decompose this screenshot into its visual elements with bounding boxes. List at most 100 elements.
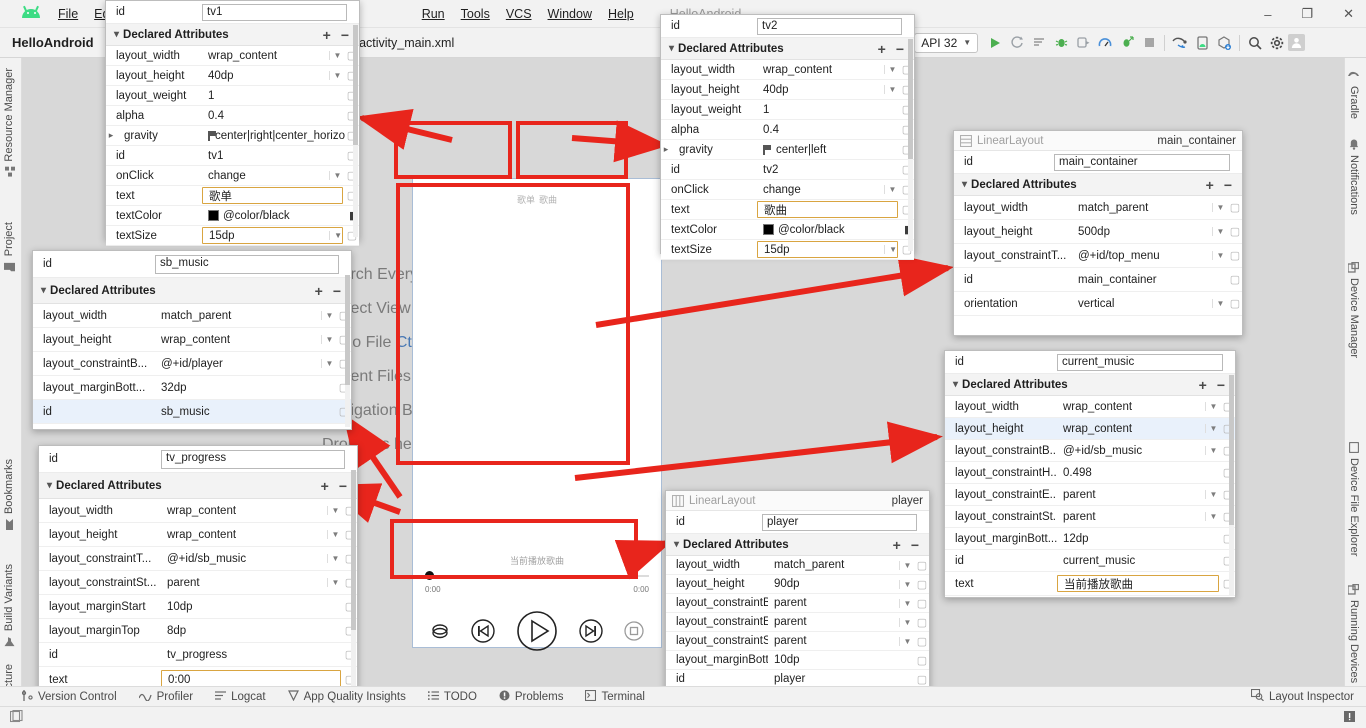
sdk-manager-icon[interactable] bbox=[1213, 32, 1235, 54]
chevron-down-icon[interactable]: ▼ bbox=[1212, 227, 1228, 236]
add-attribute-button[interactable]: + bbox=[321, 479, 329, 493]
menu-item-file[interactable]: File bbox=[50, 5, 86, 23]
id-input-player[interactable]: player bbox=[762, 513, 917, 531]
id-input-sb-music[interactable]: sb_music bbox=[155, 254, 339, 274]
table-row[interactable]: layout_constraintB... @+id/player ▼ ▢ bbox=[33, 352, 351, 376]
memory-indicator-icon[interactable] bbox=[9, 709, 23, 726]
avd-manager-icon[interactable] bbox=[1191, 32, 1213, 54]
attr-value[interactable]: parent bbox=[1057, 511, 1205, 523]
attr-value[interactable]: 10dp bbox=[161, 601, 343, 613]
chevron-down-icon[interactable]: ▼ bbox=[899, 579, 915, 589]
table-row[interactable]: layout_height 90dp ▼ ▢ bbox=[666, 575, 929, 594]
remove-attribute-button[interactable]: − bbox=[911, 538, 919, 552]
preview-tv1[interactable]: 歌单 bbox=[417, 193, 537, 206]
pin-icon[interactable]: ▢ bbox=[915, 597, 929, 610]
notification-alert-icon[interactable] bbox=[1343, 710, 1356, 726]
table-row[interactable]: text 歌单 ▢ bbox=[106, 186, 359, 206]
remove-attribute-button[interactable]: − bbox=[896, 42, 904, 56]
table-row[interactable]: layout_height 40dp ▼ ▢ bbox=[661, 80, 914, 100]
attr-value[interactable]: tv2 bbox=[757, 164, 900, 176]
chevron-down-icon[interactable]: ▼ bbox=[899, 636, 915, 646]
declared-attributes-header-main-container[interactable]: ▾ Declared Attributes + − bbox=[954, 174, 1242, 196]
attr-value[interactable]: center|right|center_horizo bbox=[202, 130, 345, 142]
run-icon[interactable] bbox=[984, 32, 1006, 54]
pin-icon[interactable]: ▢ bbox=[915, 578, 929, 591]
pin-icon[interactable]: ▢ bbox=[1228, 297, 1242, 310]
attr-value[interactable]: @color/black bbox=[757, 224, 900, 236]
menu-item-vcs[interactable]: VCS bbox=[498, 5, 540, 23]
table-row[interactable]: layout_height 40dp ▼ ▢ bbox=[106, 66, 359, 86]
table-row[interactable]: id main_container ▢ bbox=[954, 268, 1242, 292]
attr-value[interactable]: match_parent bbox=[1072, 202, 1212, 214]
bottom-tab-todo[interactable]: TODO bbox=[427, 690, 477, 704]
table-row[interactable]: id tv1 ▢ bbox=[106, 146, 359, 166]
sidebar-item-running-devices[interactable]: Running Devices bbox=[1347, 578, 1360, 689]
attributes-panel-main-container[interactable]: LinearLayout main_container id main_cont… bbox=[953, 130, 1243, 336]
attr-value[interactable]: change bbox=[757, 184, 884, 196]
add-attribute-button[interactable]: + bbox=[315, 284, 323, 298]
attr-value[interactable]: wrap_content bbox=[1057, 401, 1205, 413]
rerun-icon[interactable] bbox=[1006, 32, 1028, 54]
table-row[interactable]: textSize 15dp ▼ ▢ bbox=[106, 226, 359, 246]
attr-value[interactable]: 0.498 bbox=[1057, 467, 1221, 479]
stop-icon[interactable] bbox=[623, 620, 645, 642]
sidebar-item-device-file-explorer[interactable]: Device File Explorer bbox=[1348, 436, 1360, 562]
bottom-tab-layout-inspector[interactable]: Layout Inspector bbox=[1250, 688, 1354, 704]
pin-icon[interactable]: ▢ bbox=[915, 616, 929, 629]
panel-scrollbar-tv-progress[interactable] bbox=[351, 470, 356, 697]
preview-seekbar[interactable] bbox=[425, 571, 649, 581]
attr-value[interactable]: wrap_content bbox=[161, 529, 327, 541]
declared-attributes-header-sb-music[interactable]: ▾ Declared Attributes + − bbox=[33, 278, 351, 304]
sidebar-item-notifications[interactable]: Notifications bbox=[1348, 133, 1360, 221]
bottom-tab-logcat[interactable]: Logcat bbox=[215, 690, 266, 704]
panel-scrollbar-current-music[interactable] bbox=[1229, 375, 1234, 595]
add-attribute-button[interactable]: + bbox=[1206, 178, 1214, 192]
table-row[interactable]: layout_width match_parent ▼ ▢ bbox=[33, 304, 351, 328]
chevron-down-icon[interactable]: ▼ bbox=[327, 554, 343, 563]
chevron-down-icon[interactable]: ▼ bbox=[321, 311, 337, 320]
settings-icon[interactable] bbox=[1266, 32, 1288, 54]
sidebar-item-device-manager[interactable]: Device Manager bbox=[1347, 256, 1360, 364]
attr-value[interactable]: parent bbox=[768, 616, 899, 628]
attr-value[interactable]: player bbox=[768, 673, 915, 685]
table-row[interactable]: ▸ gravity center|left ▢ bbox=[661, 140, 914, 160]
attributes-panel-tv1[interactable]: id tv1 ▾ Declared Attributes + − layout_… bbox=[105, 0, 360, 246]
maximize-button[interactable]: ❐ bbox=[1295, 6, 1319, 22]
add-attribute-button[interactable]: + bbox=[893, 538, 901, 552]
remove-attribute-button[interactable]: − bbox=[1217, 378, 1225, 392]
sync-gradle-icon[interactable] bbox=[1169, 32, 1191, 54]
loop-icon[interactable] bbox=[429, 620, 451, 642]
id-input-main-container[interactable]: main_container bbox=[1054, 153, 1230, 171]
menu-item-help[interactable]: Help bbox=[600, 5, 642, 23]
attr-value[interactable]: current_music bbox=[1057, 555, 1221, 567]
attr-value[interactable]: wrap_content bbox=[202, 50, 329, 62]
previous-track-icon[interactable] bbox=[470, 618, 496, 644]
attr-value[interactable]: tv1 bbox=[202, 150, 345, 162]
table-row[interactable]: id tv_progress ▢ bbox=[39, 643, 357, 667]
expand-icon[interactable]: ▸ bbox=[106, 130, 116, 141]
preview-current-music[interactable]: 当前播放歌曲 bbox=[413, 554, 661, 567]
table-row[interactable]: layout_constraintH... 0.498 ▢ bbox=[945, 462, 1235, 484]
chevron-down-icon[interactable]: ▼ bbox=[329, 51, 345, 60]
attr-value[interactable]: parent bbox=[768, 597, 899, 609]
table-row[interactable]: layout_constraintE...parent▼▢ bbox=[945, 484, 1235, 506]
attr-value[interactable]: 1 bbox=[202, 90, 345, 102]
panel-scrollbar-tv2[interactable] bbox=[908, 39, 913, 251]
attr-value[interactable]: parent bbox=[161, 577, 327, 589]
declared-attributes-header-current-music[interactable]: ▾ Declared Attributes + − bbox=[945, 374, 1235, 396]
attr-value[interactable]: @+id/sb_music bbox=[161, 553, 327, 565]
chevron-down-icon[interactable]: ▼ bbox=[1205, 446, 1221, 455]
table-row[interactable]: textColor @color/black ▮ bbox=[661, 220, 914, 240]
attr-value[interactable]: wrap_content bbox=[757, 64, 884, 76]
minimize-button[interactable]: – bbox=[1258, 7, 1277, 22]
attr-value[interactable]: wrap_content bbox=[155, 334, 321, 346]
pin-icon[interactable]: ▢ bbox=[1228, 273, 1242, 286]
attach-debugger-icon[interactable] bbox=[1116, 32, 1138, 54]
table-row[interactable]: layout_marginTop 8dp ▢ bbox=[39, 619, 357, 643]
bottom-tab-terminal[interactable]: Terminal bbox=[585, 689, 645, 704]
attr-value[interactable]: 0.4 bbox=[757, 124, 900, 136]
add-attribute-button[interactable]: + bbox=[1199, 378, 1207, 392]
table-row[interactable]: layout_constraintSt...parent▼▢ bbox=[39, 571, 357, 595]
attr-value[interactable]: vertical bbox=[1072, 298, 1212, 310]
attr-value-text-field[interactable]: 当前播放歌曲 bbox=[1057, 575, 1219, 592]
